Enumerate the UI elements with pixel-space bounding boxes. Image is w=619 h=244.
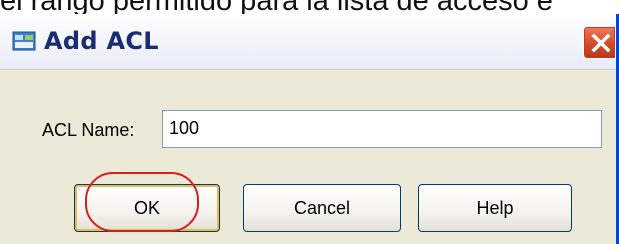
acl-name-label: ACL Name: bbox=[42, 120, 135, 140]
help-button[interactable]: Help bbox=[418, 184, 572, 232]
add-acl-dialog: Add ACL ACL Name: 100 OK Cancel Help bbox=[0, 14, 619, 244]
acl-name-input[interactable]: 100 bbox=[162, 110, 602, 148]
cancel-button[interactable]: Cancel bbox=[243, 184, 401, 232]
acl-app-icon bbox=[12, 30, 36, 52]
dialog-titlebar: Add ACL bbox=[0, 14, 616, 70]
dialog-title: Add ACL bbox=[44, 27, 159, 55]
close-button[interactable] bbox=[583, 26, 616, 59]
ok-button[interactable]: OK bbox=[74, 184, 220, 232]
close-icon bbox=[591, 33, 611, 53]
